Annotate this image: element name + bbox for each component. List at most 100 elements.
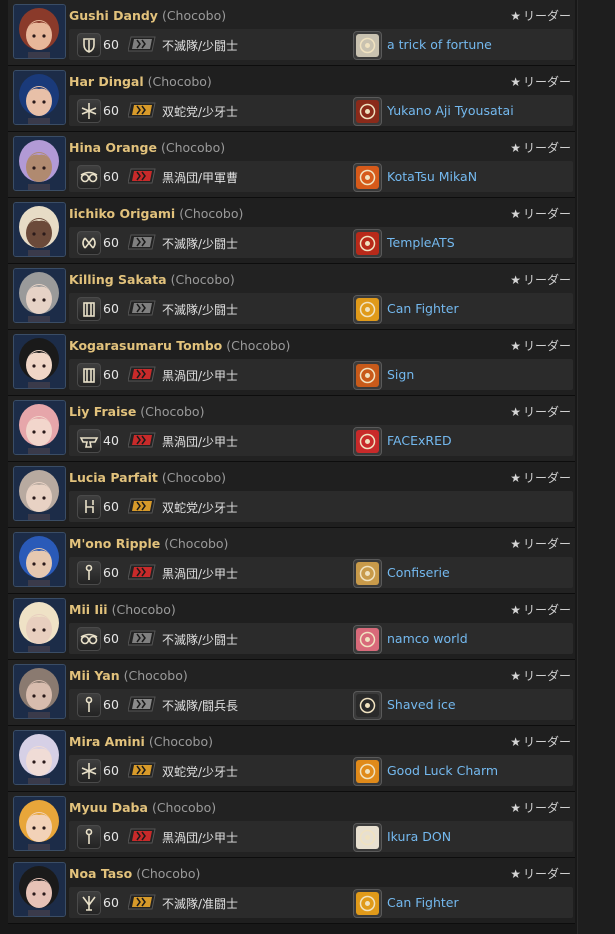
free-company-name[interactable]: Can Fighter: [387, 301, 459, 316]
character-name[interactable]: Mira Amini (Chocobo): [69, 734, 213, 749]
member-detail-bar: 60 不滅隊/少闘士 TempleATS: [69, 227, 573, 258]
grand-company-rank: 双蛇党/少牙士: [162, 501, 239, 515]
star-icon[interactable]: [77, 759, 101, 783]
character-name[interactable]: Mii Iii (Chocobo): [69, 602, 176, 617]
character-name[interactable]: Myuu Daba (Chocobo): [69, 800, 216, 815]
character-name-label: Mii Yan: [69, 668, 120, 683]
leader-badge: ★ リーダー: [510, 403, 571, 420]
character-name-label: Myuu Daba: [69, 800, 148, 815]
leader-label: リーダー: [522, 141, 571, 155]
free-company-name[interactable]: KotaTsu MikaN: [387, 169, 477, 184]
wand-icon[interactable]: [77, 561, 101, 585]
list-item[interactable]: M'ono Ripple(Chocobo) ★リーダー 60 黒渦団/少甲士: [8, 528, 575, 594]
chair-icon[interactable]: [77, 495, 101, 519]
character-name[interactable]: Hina Orange (Chocobo): [69, 140, 225, 155]
leader-badge: ★ リーダー: [510, 469, 571, 486]
leader-label: リーダー: [522, 471, 571, 485]
avatar: [13, 664, 66, 719]
free-company-crest-icon[interactable]: [353, 757, 382, 786]
leader-label: リーダー: [522, 9, 571, 23]
trident-icon[interactable]: [77, 891, 101, 915]
character-name-label: M'ono Ripple: [69, 536, 161, 551]
list-item[interactable]: Liy Fraise (Chocobo) ★ リーダー 40 黒渦団/少甲士 F…: [8, 396, 575, 462]
level-value: 60: [103, 367, 119, 382]
free-company-crest-icon[interactable]: [353, 97, 382, 126]
character-name[interactable]: Lucia Parfait (Chocobo): [69, 470, 226, 485]
free-company-name[interactable]: namco world: [387, 631, 468, 646]
list-item[interactable]: Mii Iii (Chocobo) ★ リーダー 60 不滅隊/少闘士 namc…: [8, 594, 575, 660]
character-name[interactable]: Gushi Dandy (Chocobo): [69, 8, 226, 23]
level-value: 60: [103, 301, 119, 316]
member-detail-bar: 60 黒渦団/少甲士 Ikura DON: [69, 821, 573, 852]
list-item[interactable]: Mira Amini (Chocobo) ★ リーダー 60 双蛇党/少牙士 G…: [8, 726, 575, 792]
grand-company-rank: 黒渦団/少甲士: [162, 369, 239, 383]
scrollbar-track[interactable]: [577, 0, 615, 934]
star-icon[interactable]: [77, 99, 101, 123]
character-name-label: Kogarasumaru Tombo: [69, 338, 223, 353]
grand-company-rank-icon: [128, 630, 156, 646]
avatar: [13, 862, 66, 917]
member-detail-bar: 60 黒渦団/甲軍曹 KotaTsu MikaN: [69, 161, 573, 192]
character-name[interactable]: Har Dingal (Chocobo): [69, 74, 212, 89]
member-detail-bar: 60 双蛇党/少牙士: [69, 491, 573, 522]
member-detail-bar: 60 不滅隊/准闘士 Can Fighter: [69, 887, 573, 918]
free-company-crest-icon[interactable]: [353, 361, 382, 390]
character-name[interactable]: Iichiko Origami (Chocobo): [69, 206, 243, 221]
free-company-name[interactable]: Sign: [387, 367, 414, 382]
free-company-name[interactable]: Can Fighter: [387, 895, 459, 910]
free-company-name[interactable]: Good Luck Charm: [387, 763, 498, 778]
character-name[interactable]: Mii Yan (Chocobo): [69, 668, 188, 683]
member-detail-bar: 60 双蛇党/少牙士 Yukano Aji Tyousatai: [69, 95, 573, 126]
glasses-icon[interactable]: [77, 627, 101, 651]
tower-icon[interactable]: [77, 297, 101, 321]
grand-company-rank: 不滅隊/少闘士: [162, 237, 239, 251]
grand-company-rank-icon: [128, 498, 156, 514]
list-item[interactable]: Myuu Daba (Chocobo) ★ リーダー 60 黒渦団/少甲士 Ik…: [8, 792, 575, 858]
list-item[interactable]: Lucia Parfait (Chocobo) ★ リーダー 60 双蛇党/少牙士: [8, 462, 575, 528]
level-value: 40: [103, 433, 119, 448]
character-name[interactable]: Liy Fraise (Chocobo): [69, 404, 204, 419]
free-company-name[interactable]: FACExRED: [387, 433, 452, 448]
free-company-name[interactable]: a trick of fortune: [387, 37, 492, 52]
free-company-name[interactable]: Ikura DON: [387, 829, 451, 844]
shield-icon[interactable]: [77, 33, 101, 57]
anvil-icon[interactable]: [77, 429, 101, 453]
character-name[interactable]: Noa Taso (Chocobo): [69, 866, 200, 881]
wand-icon[interactable]: [77, 693, 101, 717]
grand-company-rank-icon: [128, 564, 156, 580]
free-company-crest-icon[interactable]: [353, 31, 382, 60]
tower-icon[interactable]: [77, 363, 101, 387]
list-item[interactable]: Har Dingal (Chocobo) ★ リーダー 60 双蛇党/少牙士 Y…: [8, 66, 575, 132]
list-item[interactable]: Hina Orange(Chocobo) ★リーダー 60 黒渦団/甲軍曹: [8, 132, 575, 198]
free-company-name[interactable]: Shaved ice: [387, 697, 456, 712]
free-company-crest-icon[interactable]: [353, 889, 382, 918]
grand-company-rank-icon: [128, 894, 156, 910]
free-company-crest-icon[interactable]: [353, 823, 382, 852]
free-company-crest-icon[interactable]: [353, 559, 382, 588]
leader-badge: ★ リーダー: [510, 799, 571, 816]
free-company-crest-icon[interactable]: [353, 295, 382, 324]
list-item[interactable]: Killing Sakata (Chocobo) ★ リーダー 60 不滅隊/少闘士: [8, 264, 575, 330]
member-detail-bar: 60 不滅隊/少闘士 namco world: [69, 623, 573, 654]
free-company-crest-icon[interactable]: [353, 163, 382, 192]
list-item[interactable]: Iichiko Origami (Chocobo) ★ リーダー 60 不滅隊/少闘…: [8, 198, 575, 264]
list-item[interactable]: Noa Taso (Chocobo) ★ リーダー 60 不滅隊/准闘士 Can…: [8, 858, 575, 924]
wand-icon[interactable]: [77, 825, 101, 849]
character-name[interactable]: Killing Sakata (Chocobo): [69, 272, 235, 287]
bracket-icon[interactable]: [77, 231, 101, 255]
list-item[interactable]: Gushi Dandy(Chocobo) ★リーダー 60 不滅隊/少闘士: [8, 0, 575, 66]
free-company-name[interactable]: Confiserie: [387, 565, 450, 580]
character-name[interactable]: M'ono Ripple (Chocobo): [69, 536, 228, 551]
free-company-crest-icon[interactable]: [353, 625, 382, 654]
free-company-name[interactable]: Yukano Aji Tyousatai: [387, 103, 514, 118]
character-name[interactable]: Kogarasumaru Tombo (Chocobo): [69, 338, 290, 353]
free-company-name[interactable]: TempleATS: [387, 235, 455, 250]
glasses-icon[interactable]: [77, 165, 101, 189]
free-company-crest-icon[interactable]: [353, 427, 382, 456]
avatar: [13, 202, 66, 257]
list-item[interactable]: Mii Yan (Chocobo) ★ リーダー 60 不滅隊/闘兵長 Shav…: [8, 660, 575, 726]
free-company-crest-icon[interactable]: [353, 229, 382, 258]
list-item[interactable]: Kogarasumaru Tombo (Chocobo) ★ リーダー 60 黒渦団…: [8, 330, 575, 396]
star-icon: ★: [510, 537, 521, 551]
free-company-crest-icon[interactable]: [353, 691, 382, 720]
